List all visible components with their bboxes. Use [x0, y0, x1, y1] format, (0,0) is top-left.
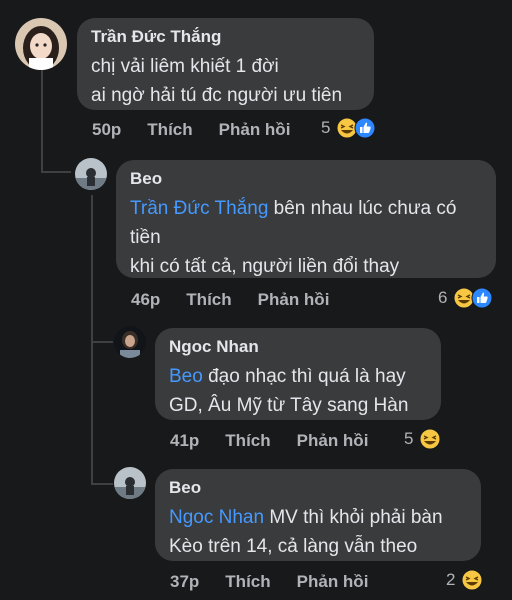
comment-line: ai ngờ hải tú đc người ưu tiên [91, 85, 343, 106]
comment-line: Kèo trên 14, cả làng vẫn theo [169, 536, 418, 557]
thread-line-reply-hook-2 [91, 483, 113, 485]
like-button[interactable]: Thích [225, 572, 270, 592]
comment-text: Ngoc Nhan MV thì khỏi phải bàn Kèo trên … [169, 503, 467, 561]
like-button[interactable]: Thích [186, 290, 231, 310]
comment-meta: 46p Thích Phản hồi [131, 290, 329, 310]
reaction-summary[interactable]: 6 [438, 287, 493, 309]
comment-meta: 41p Thích Phản hồi [170, 431, 368, 451]
like-button[interactable]: Thích [147, 120, 192, 140]
avatar[interactable] [15, 18, 67, 70]
comment-time[interactable]: 37p [170, 572, 199, 592]
avatar[interactable] [114, 326, 146, 358]
like-icon [354, 117, 376, 139]
haha-icon [461, 569, 483, 591]
comment-line: chị vải liêm khiết 1 đời [91, 56, 279, 77]
thread-line-main [41, 70, 43, 173]
reply-button[interactable]: Phản hồi [258, 290, 330, 310]
comment-bubble: Beo Ngoc Nhan MV thì khỏi phải bàn Kèo t… [155, 469, 481, 561]
comment-author[interactable]: Beo [169, 477, 467, 499]
avatar[interactable] [75, 158, 107, 190]
thread-line-reply-hook-1 [91, 341, 113, 343]
reaction-count: 5 [404, 429, 414, 448]
reaction-summary[interactable]: 5 [404, 428, 441, 450]
reply-button[interactable]: Phản hồi [297, 431, 369, 451]
comment-bubble: Trần Đức Thắng chị vải liêm khiết 1 đời … [77, 18, 374, 110]
comment-bubble: Ngoc Nhan Beo đạo nhạc thì quá là hay GD… [155, 328, 441, 420]
comment-meta: 50p Thích Phản hồi [92, 120, 290, 140]
reply-button[interactable]: Phản hồi [297, 572, 369, 592]
comment-time[interactable]: 41p [170, 431, 199, 451]
reaction-summary[interactable]: 5 [321, 117, 376, 139]
reply-button[interactable]: Phản hồi [219, 120, 291, 140]
comment-author[interactable]: Beo [130, 168, 482, 190]
comment-line: tiền [130, 227, 161, 248]
comment-time[interactable]: 50p [92, 120, 121, 140]
like-button[interactable]: Thích [225, 431, 270, 451]
reaction-count: 2 [446, 570, 456, 589]
comment-time[interactable]: 46p [131, 290, 160, 310]
comment-line: khi có tất cả, người liền đổi thay [130, 256, 400, 277]
comment-text: Trần Đức Thắng bên nhau lúc chưa có tiền… [130, 194, 482, 281]
reaction-summary[interactable]: 2 [446, 569, 483, 591]
mention-link[interactable]: Ngoc Nhan [169, 507, 264, 528]
mention-link[interactable]: Beo [169, 366, 203, 387]
comment-author[interactable]: Trần Đức Thắng [91, 26, 360, 48]
like-icon [471, 287, 493, 309]
reaction-count: 5 [321, 118, 331, 137]
reaction-count: 6 [438, 288, 448, 307]
thread-line-reply [91, 195, 93, 485]
comment-line: MV thì khỏi phải bàn [264, 507, 443, 528]
avatar[interactable] [114, 467, 146, 499]
thread-line-main-hook [41, 171, 71, 173]
comment-line: đạo nhạc thì quá là hay [202, 366, 406, 387]
comment-author[interactable]: Ngoc Nhan [169, 336, 427, 358]
comment-line: GD, Âu Mỹ từ Tây sang Hàn [169, 395, 409, 416]
comment-line: bên nhau lúc chưa có [268, 198, 457, 219]
comment-meta: 37p Thích Phản hồi [170, 572, 368, 592]
haha-icon [419, 428, 441, 450]
comment-text: Beo đạo nhạc thì quá là hay GD, Âu Mỹ từ… [169, 362, 427, 420]
comment-text: chị vải liêm khiết 1 đời ai ngờ hải tú đ… [91, 52, 360, 110]
mention-link[interactable]: Trần Đức Thắng [130, 198, 268, 219]
comment-bubble: Beo Trần Đức Thắng bên nhau lúc chưa có … [116, 160, 496, 278]
